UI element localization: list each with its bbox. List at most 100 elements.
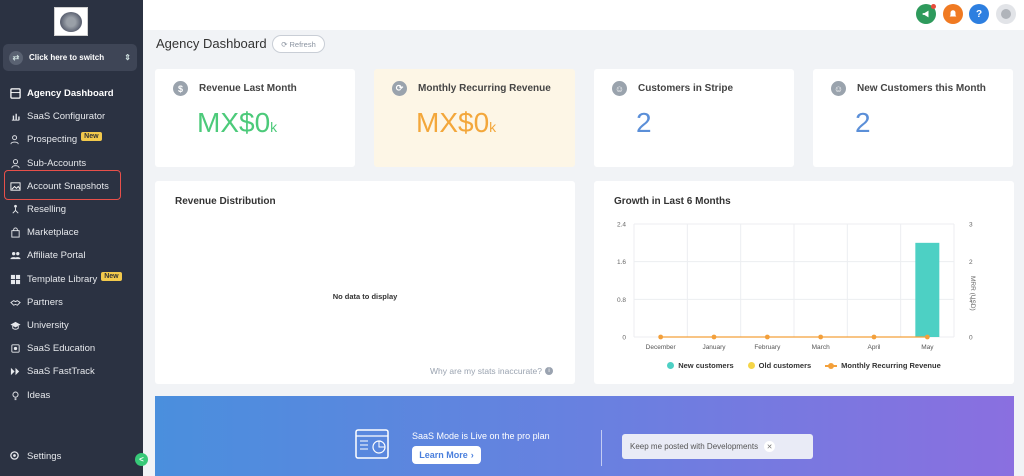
legend-item[interactable]: New customers	[667, 361, 734, 370]
mrr-point	[818, 334, 824, 340]
legend-label: Monthly Recurring Revenue	[841, 361, 941, 370]
chart-icon	[9, 110, 22, 123]
y-tick-label: 1.6	[617, 259, 626, 266]
sidebar-item-marketplace[interactable]: Marketplace	[0, 221, 143, 244]
user-icon	[9, 157, 22, 170]
legend-item[interactable]: Monthly Recurring Revenue	[825, 361, 941, 370]
stat-label: Customers in Stripe	[638, 83, 734, 94]
settings-label: Settings	[27, 451, 62, 462]
mrr-point	[764, 334, 770, 340]
megaphone-icon[interactable]	[916, 4, 936, 24]
legend-label: Old customers	[758, 361, 812, 370]
y-tick-label: 0.8	[617, 297, 626, 304]
x-tick-label: February	[754, 344, 781, 351]
x-tick-label: January	[702, 344, 726, 351]
legend-item[interactable]: Old customers	[747, 361, 812, 370]
sidebar-item-partners[interactable]: Partners	[0, 291, 143, 314]
y-tick-label: 0	[622, 335, 626, 342]
y-right-tick-label: 2	[969, 259, 973, 266]
sidebar-item-label: SaaS FastTrack	[27, 366, 95, 378]
x-tick-label: December	[646, 344, 677, 351]
sidebar-item-label: Template Library	[27, 273, 98, 285]
mrr-point	[658, 334, 664, 340]
sidebar-item-label: Agency Dashboard	[27, 88, 114, 100]
sidebar-item-label: SaaS Education	[27, 343, 96, 355]
sidebar-item-label: Ideas	[27, 389, 51, 401]
dashboard-illustration-icon	[355, 429, 389, 459]
sidebar-item-reselling[interactable]: Reselling	[0, 198, 143, 221]
handshake-icon	[9, 296, 22, 309]
dashboard-icon	[9, 87, 22, 100]
stat-value: MX$0k	[197, 107, 278, 138]
mrr-point	[924, 334, 930, 340]
y-tick-label: 2.4	[617, 222, 626, 229]
account-switcher[interactable]: ⇄ Click here to switch ⇕	[3, 44, 137, 71]
revenue-distribution-card: Revenue Distribution No data to display …	[155, 181, 575, 384]
close-icon[interactable]: ✕	[764, 441, 776, 452]
highlight-outline	[4, 170, 121, 200]
notification-dot	[931, 4, 936, 9]
sidebar-item-label: University	[27, 319, 69, 331]
chevron-updown-icon: ⇕	[124, 53, 131, 62]
help-icon[interactable]: ?	[969, 4, 989, 24]
x-tick-label: April	[867, 344, 881, 351]
stat-card-revenue-last-month: $ Revenue Last Month MX$0k	[155, 69, 355, 167]
switch-icon: ⇄	[9, 50, 23, 65]
stat-value: MX$0k	[416, 107, 497, 138]
legend-label: New customers	[678, 361, 734, 370]
stat-label: Revenue Last Month	[199, 83, 297, 94]
sidebar-item-label: Prospecting	[27, 134, 78, 146]
education-icon	[9, 342, 22, 355]
sidebar-item-label: SaaS Configurator	[27, 111, 106, 123]
keep-posted-button[interactable]: Keep me posted with Developments ✕	[622, 434, 813, 459]
collapse-sidebar-button[interactable]: <	[135, 453, 148, 466]
lightbulb-icon	[9, 389, 22, 402]
refresh-label: Refresh	[289, 39, 316, 49]
growth-card: Growth in Last 6 Months 0 0.8 1.6 2.4 0 1 2 3 De…	[594, 181, 1014, 384]
fast-forward-icon	[9, 365, 22, 378]
sidebar-nav: Agency Dashboard SaaS Configurator Prospec…	[0, 82, 143, 407]
learn-more-button[interactable]: Learn More ›	[412, 446, 481, 464]
new-badge: New	[81, 132, 102, 142]
x-tick-label: May	[921, 344, 934, 351]
page-title: Agency Dashboard	[156, 36, 267, 51]
sidebar-item-settings[interactable]: Settings	[9, 450, 61, 463]
y-right-tick-label: 3	[969, 222, 973, 229]
banner-divider	[601, 430, 602, 466]
new-badge: New	[101, 271, 122, 281]
stats-inaccurate-link[interactable]: Why are my stats inaccurate? i	[430, 366, 553, 376]
user-icon: ☺	[612, 81, 627, 96]
avatar-icon	[1001, 9, 1011, 19]
network-icon	[9, 203, 22, 216]
sidebar-item-label: Affiliate Portal	[27, 250, 86, 262]
sidebar-item-affiliate-portal[interactable]: Affiliate Portal	[0, 244, 143, 267]
info-icon: i	[545, 367, 553, 375]
empty-state-text: No data to display	[332, 292, 398, 301]
user-avatar[interactable]	[996, 4, 1016, 24]
sidebar-item-saas-fasttrack[interactable]: SaaS FastTrack	[0, 360, 143, 383]
refresh-button[interactable]: ⟳ Refresh	[272, 35, 325, 53]
refresh-icon: ⟳	[392, 81, 407, 96]
sidebar-item-saas-education[interactable]: SaaS Education	[0, 337, 143, 360]
bar-new-customers	[915, 242, 940, 337]
sidebar-item-label: Partners	[27, 296, 63, 308]
bell-icon[interactable]	[943, 4, 963, 24]
sidebar-item-template-library[interactable]: Template Library New	[0, 268, 143, 291]
stat-label: Monthly Recurring Revenue	[418, 83, 551, 94]
legend-swatch	[747, 362, 755, 369]
sidebar-item-prospecting[interactable]: Prospecting New	[0, 128, 143, 151]
sidebar-item-agency-dashboard[interactable]: Agency Dashboard	[0, 82, 143, 105]
sidebar-item-saas-configurator[interactable]: SaaS Configurator	[0, 105, 143, 128]
sidebar-item-university[interactable]: University	[0, 314, 143, 337]
stat-value: 2	[636, 107, 652, 138]
agency-logo[interactable]	[54, 7, 88, 36]
right-axis-label: MRR (USD)	[969, 276, 976, 311]
sidebar: ⇄ Click here to switch ⇕ Agency Dashboar…	[0, 0, 148, 476]
gear-icon	[9, 450, 22, 463]
user-add-icon: ☺	[831, 81, 846, 96]
sidebar-item-ideas[interactable]: Ideas	[0, 383, 143, 406]
legend-swatch	[667, 362, 675, 369]
dollar-icon: $	[173, 81, 188, 96]
legend-swatch	[825, 362, 838, 369]
group-icon	[9, 249, 22, 262]
